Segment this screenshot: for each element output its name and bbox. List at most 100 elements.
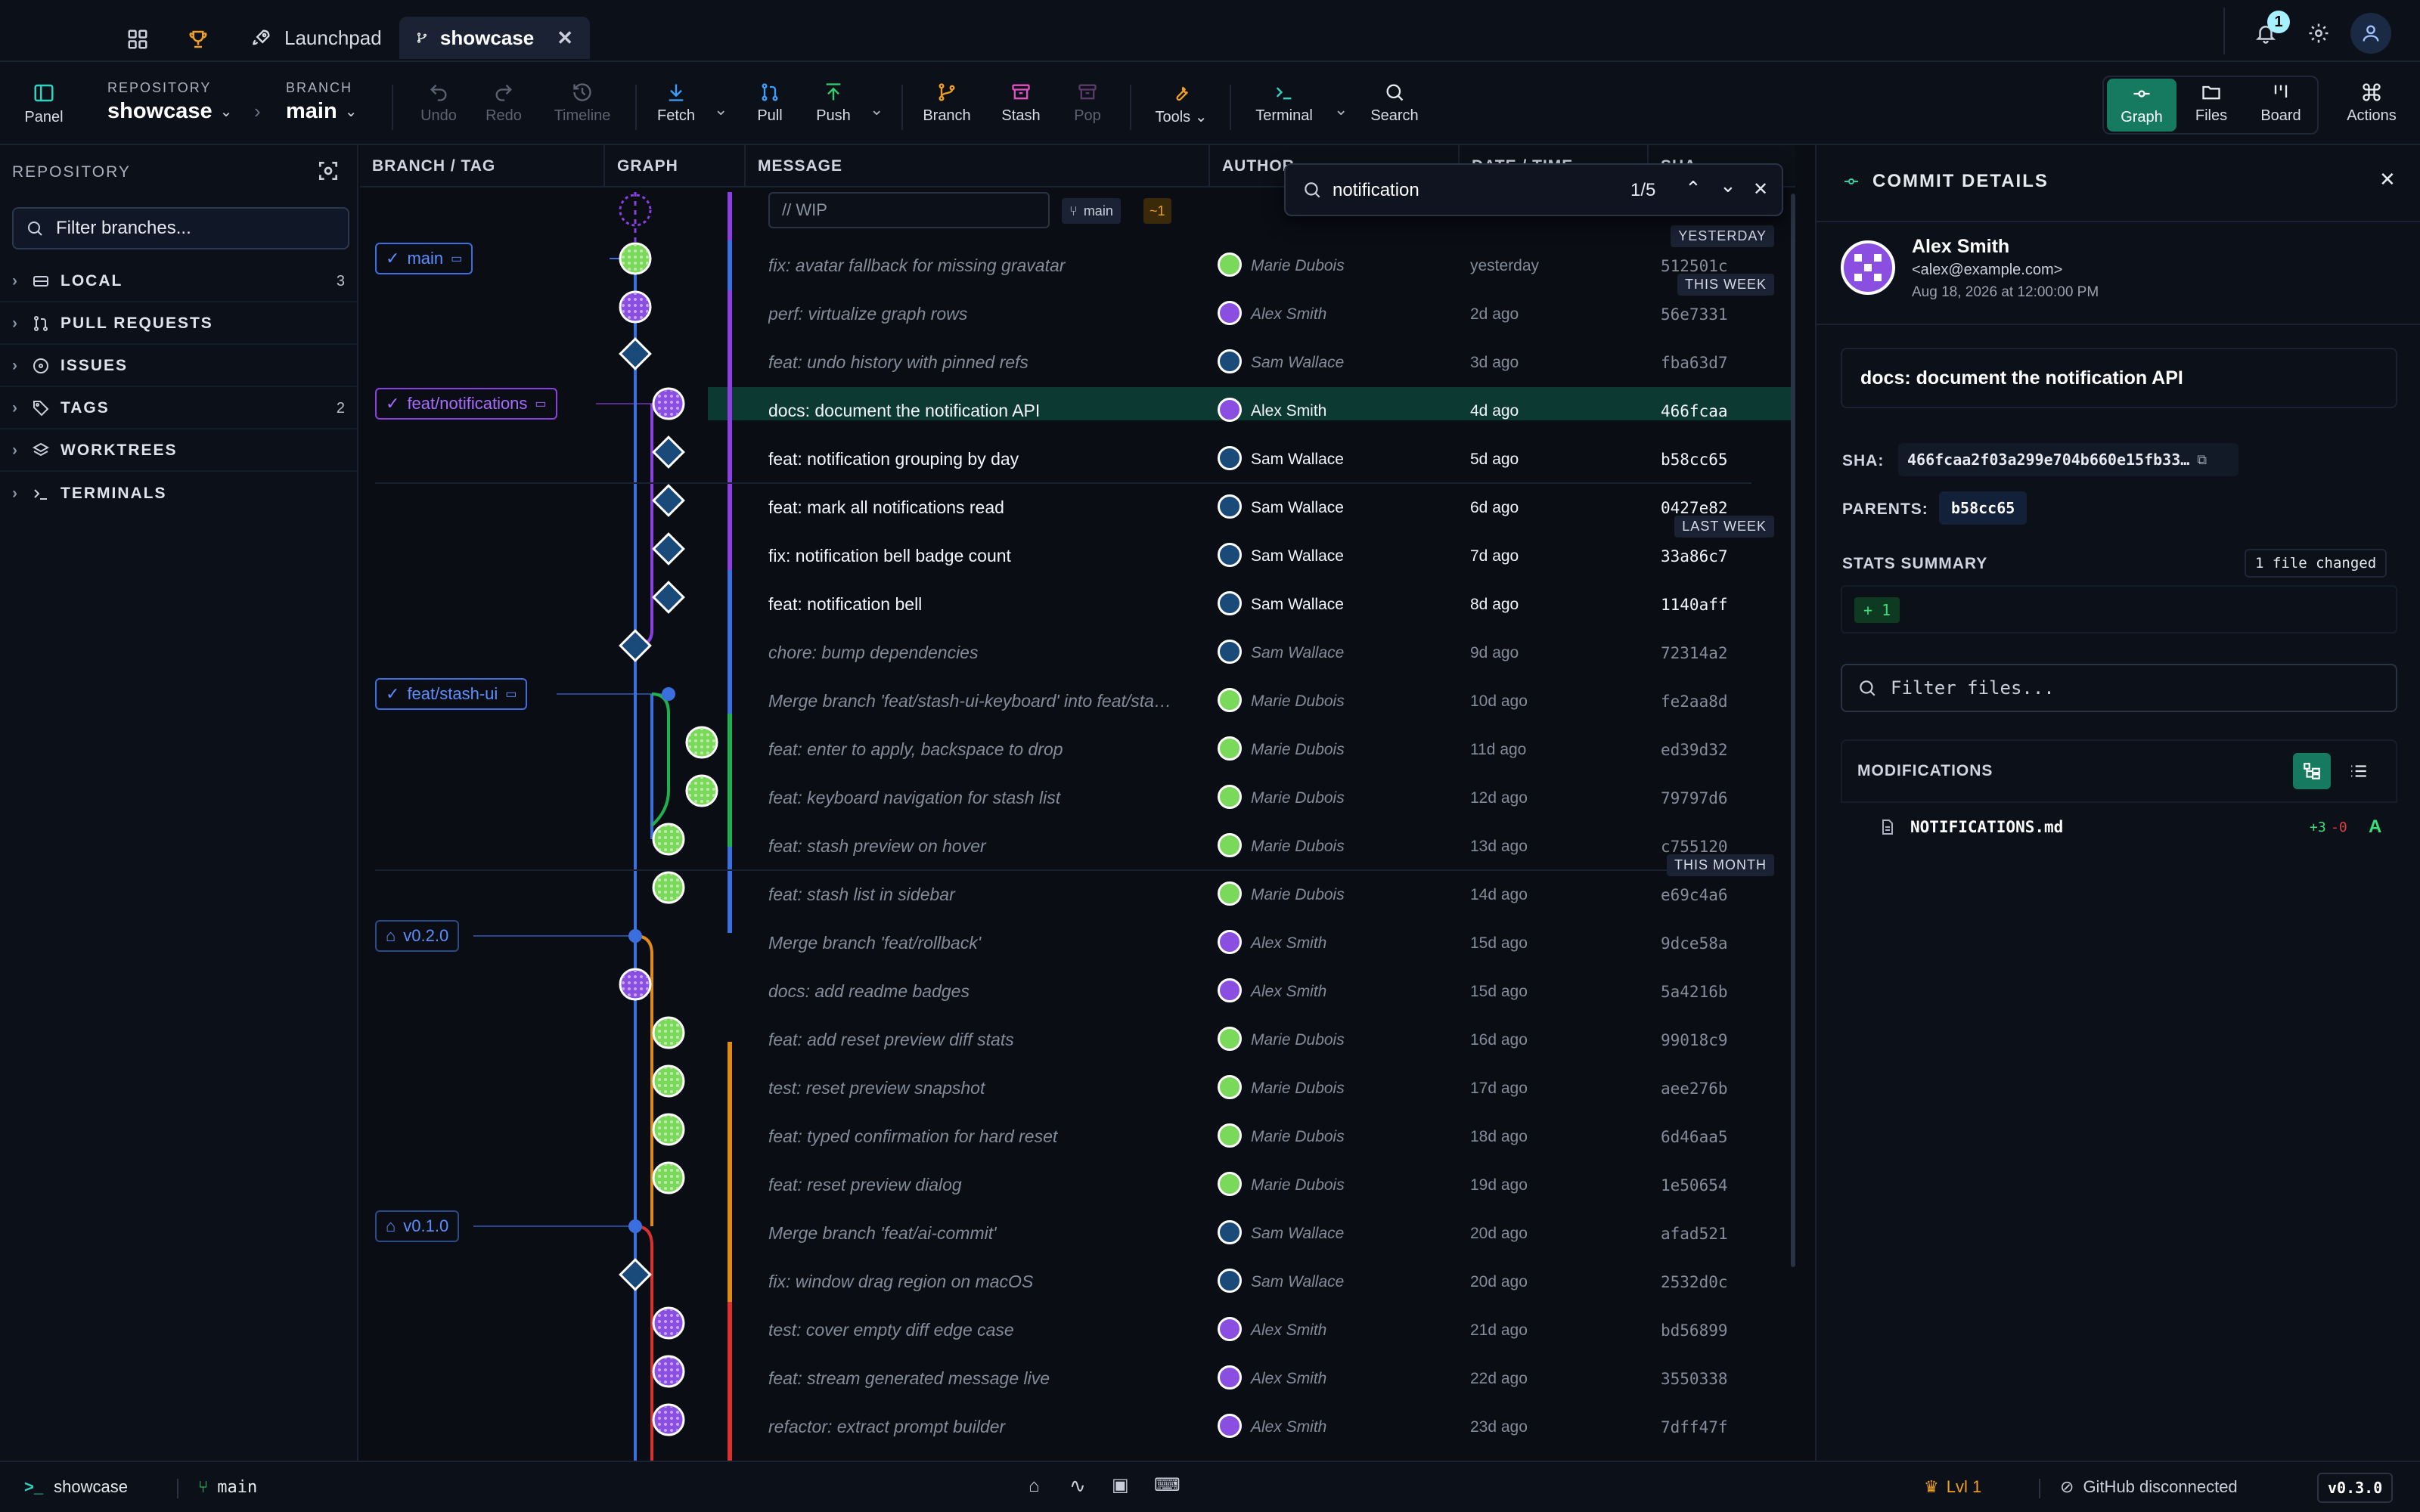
tab-launchpad[interactable]: Launchpad: [234, 17, 399, 59]
commit-row[interactable]: feat: add reset preview diff stats Marie …: [360, 1015, 1795, 1063]
sha-chip[interactable]: 466fcaa2f03a299e704b660e15fb33… ⧉: [1898, 443, 2238, 476]
files-view-button[interactable]: Files: [2181, 82, 2242, 125]
undo-icon: [430, 84, 447, 101]
commit-row[interactable]: fix: avatar fallback for missing gravata…: [360, 240, 1795, 289]
search-button[interactable]: Search: [1364, 82, 1425, 125]
panel-button[interactable]: Panel: [14, 82, 74, 126]
commit-row[interactable]: feat: stream generated message live Alex …: [360, 1353, 1795, 1402]
commit-message: chore: bump dependencies: [768, 643, 979, 662]
graduation-icon[interactable]: ⌂: [1028, 1476, 1040, 1497]
pull-button[interactable]: Pull: [740, 82, 800, 125]
scrollbar[interactable]: [1791, 194, 1795, 1267]
board-view-button[interactable]: Board: [2251, 82, 2311, 125]
commit-row[interactable]: docs: document the notification API Alex …: [360, 386, 1795, 434]
close-icon[interactable]: ✕: [557, 26, 573, 50]
commit-row[interactable]: test: reset preview snapshot Marie Dubois…: [360, 1063, 1795, 1111]
commit-row[interactable]: feat: stash preview on hover Marie Dubois…: [360, 821, 1795, 869]
redo-button[interactable]: Redo: [473, 82, 534, 125]
commit-row[interactable]: test: cover empty diff edge case Alex Smi…: [360, 1305, 1795, 1353]
commit-row[interactable]: feat: mark all notifications read Sam Wal…: [360, 482, 1795, 531]
commit-date: 10d ago: [1470, 692, 1528, 710]
file-row[interactable]: NOTIFICATIONS.md +3 -0 A: [1841, 803, 2397, 851]
push-dropdown-icon[interactable]: ⌄: [870, 100, 883, 119]
branch-selector[interactable]: BRANCH main ⌄: [286, 80, 357, 124]
keyboard-icon[interactable]: ⌨: [1154, 1474, 1181, 1496]
branch-filter-input[interactable]: Filter branches...: [12, 207, 349, 249]
tab-showcase[interactable]: showcase ✕: [399, 17, 590, 59]
sidebar-section-issues[interactable]: › ISSUES: [0, 346, 357, 387]
chevron-down-icon[interactable]: ⌄: [1720, 174, 1736, 197]
timeline-button[interactable]: Timeline: [543, 82, 622, 125]
sidebar-section-terminals[interactable]: › TERMINALS: [0, 473, 357, 514]
commit-row[interactable]: chore: bump dependencies Sam Wallace 9d ag…: [360, 627, 1795, 676]
commit-row[interactable]: Merge branch 'feat/ai-commit' Sam Wallace…: [360, 1208, 1795, 1256]
commit-author: Alex Smith: [1251, 1321, 1327, 1339]
file-filter-input[interactable]: Filter files...: [1841, 664, 2397, 712]
user-avatar-icon[interactable]: [2350, 13, 2391, 54]
undo-button[interactable]: Undo: [408, 82, 469, 125]
commit-row[interactable]: feat: notification grouping by day Sam Wa…: [360, 434, 1795, 482]
commit-row[interactable]: fix: window drag region on macOS Sam Wall…: [360, 1256, 1795, 1305]
push-button[interactable]: Push: [803, 82, 864, 125]
list-view-toggle[interactable]: [2340, 753, 2378, 789]
chevron-up-icon[interactable]: ⌃: [1685, 177, 1702, 200]
commit-row[interactable]: feat: enter to apply, backspace to drop M…: [360, 724, 1795, 773]
commit-row[interactable]: feat: stash list in sidebar Marie Dubois 1…: [360, 869, 1795, 918]
commit-row[interactable]: Merge branch 'feat/rollback' Alex Smith 15…: [360, 918, 1795, 966]
commit-row[interactable]: fix: notification bell badge count Sam Wa…: [360, 531, 1795, 579]
fetch-label: Fetch: [656, 107, 696, 124]
sidebar-section-local[interactable]: › LOCAL 3: [0, 262, 357, 302]
tools-button[interactable]: Tools ⌄: [1143, 82, 1219, 126]
branch-label: Branch: [923, 107, 971, 124]
column-header-message[interactable]: MESSAGE: [746, 145, 1210, 187]
commit-row[interactable]: feat: reset preview dialog Marie Dubois 19…: [360, 1160, 1795, 1208]
close-icon[interactable]: ✕: [1753, 178, 1768, 200]
branch-button[interactable]: Branch: [917, 82, 977, 125]
trophy-icon[interactable]: [175, 17, 221, 62]
commit-row[interactable]: feat: typed confirmation for hard reset M…: [360, 1111, 1795, 1160]
history-icon: [573, 83, 591, 101]
pop-button[interactable]: Pop: [1057, 82, 1118, 125]
commit-row[interactable]: feat: keyboard navigation for stash list…: [360, 773, 1795, 821]
commit-author: Alex Smith: [1251, 305, 1327, 323]
commit-sha: 0427e82: [1661, 499, 1728, 517]
fetch-dropdown-icon[interactable]: ⌄: [714, 100, 728, 119]
actions-button[interactable]: Actions: [2338, 82, 2405, 125]
terminal-button[interactable]: Terminal: [1246, 82, 1322, 125]
commit-row[interactable]: feat: undo history with pinned refs Sam W…: [360, 337, 1795, 386]
activity-icon[interactable]: ∿: [1069, 1474, 1086, 1498]
fetch-button[interactable]: Fetch: [646, 82, 706, 125]
search-query-input[interactable]: notification: [1333, 180, 1419, 201]
commit-row[interactable]: feat: notification bell Sam Wallace 8d ago…: [360, 579, 1795, 627]
commit-row[interactable]: docs: add readme badges Alex Smith 15d ago…: [360, 966, 1795, 1015]
settings-gear-icon[interactable]: [2296, 11, 2341, 56]
status-level[interactable]: ♛ Lvl 1: [1924, 1477, 1981, 1497]
commit-row[interactable]: refactor: extract prompt builder Alex Smi…: [360, 1402, 1795, 1450]
copy-icon[interactable]: ⧉: [2197, 452, 2207, 468]
status-repo[interactable]: >_ showcase: [24, 1477, 128, 1497]
focus-icon[interactable]: [316, 159, 340, 183]
author-avatar: [1218, 1365, 1242, 1390]
parent-sha-chip[interactable]: b58cc65: [1939, 491, 2028, 525]
status-github[interactable]: ⊘ GitHub disconnected: [2060, 1477, 2238, 1497]
close-icon[interactable]: ✕: [2379, 168, 2396, 191]
sidebar-section-tags[interactable]: › TAGS 2: [0, 389, 357, 429]
sidebar-section-worktrees[interactable]: › WORKTREES: [0, 431, 357, 472]
repository-selector[interactable]: REPOSITORY showcase ⌄: [107, 80, 232, 124]
commit-sha: aee276b: [1661, 1080, 1728, 1098]
tree-view-toggle[interactable]: [2293, 753, 2331, 789]
author-email: <alex@example.com>: [1912, 262, 2063, 278]
graph-view-button[interactable]: Graph: [2107, 79, 2176, 132]
sidebar-section-pull-requests[interactable]: › PULL REQUESTS: [0, 304, 357, 345]
stash-button[interactable]: Stash: [991, 82, 1051, 125]
bell-icon[interactable]: 1: [2243, 11, 2290, 56]
terminal-dropdown-icon[interactable]: ⌄: [1334, 100, 1348, 119]
chat-icon[interactable]: ▣: [1112, 1474, 1129, 1496]
commit-row[interactable]: perf: virtualize graph rows Alex Smith 2d …: [360, 289, 1795, 337]
date-group-this-month: THIS MONTH: [1667, 854, 1774, 876]
status-branch[interactable]: ⑂ main: [198, 1477, 257, 1497]
command-icon: [2363, 83, 2381, 101]
wip-row[interactable]: // WIP: [768, 192, 1050, 228]
commit-row[interactable]: Merge branch 'feat/stash-ui-keyboard' in…: [360, 676, 1795, 724]
grid-icon[interactable]: [115, 17, 160, 62]
